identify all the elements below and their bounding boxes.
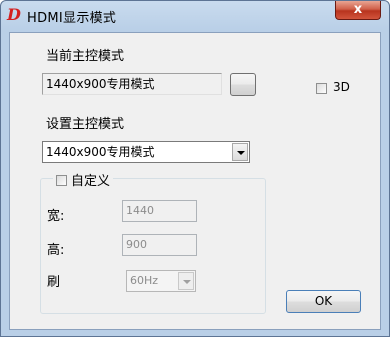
current-mode-label: 当前主控模式 bbox=[46, 49, 125, 64]
set-mode-label: 设置主控模式 bbox=[46, 117, 125, 132]
set-mode-dropdown[interactable]: 1440x900专用模式 bbox=[42, 141, 250, 163]
ok-button[interactable]: OK bbox=[286, 290, 361, 313]
set-mode-selected: 1440x900专用模式 bbox=[46, 145, 155, 159]
height-input[interactable]: 900 bbox=[122, 234, 197, 256]
height-label: 高: bbox=[47, 243, 65, 258]
chevron-down-icon[interactable] bbox=[232, 143, 248, 161]
app-logo-icon: D bbox=[7, 5, 21, 24]
custom-group-header: 自定义 bbox=[53, 170, 114, 189]
title-bar[interactable]: D HDMI显示模式 x bbox=[1, 1, 389, 31]
window-title: HDMI显示模式 bbox=[27, 11, 117, 26]
browse-button[interactable] bbox=[230, 73, 256, 96]
width-input[interactable]: 1440 bbox=[122, 200, 197, 222]
current-mode-field: 1440x900专用模式 bbox=[42, 73, 222, 95]
hdmi-dialog-window: D HDMI显示模式 x 当前主控模式 1440x900专用模式 3D 设置主控… bbox=[0, 0, 390, 337]
refresh-rate-dropdown[interactable]: 60Hz bbox=[126, 270, 196, 292]
custom-checkbox-label: 自定义 bbox=[71, 174, 111, 189]
refresh-rate-selected: 60Hz bbox=[130, 274, 159, 287]
close-icon: x bbox=[353, 2, 363, 17]
width-label: 宽: bbox=[47, 209, 65, 224]
3d-checkbox[interactable] bbox=[316, 83, 327, 94]
dialog-client-area: 当前主控模式 1440x900专用模式 3D 设置主控模式 1440x900专用… bbox=[9, 32, 381, 330]
3d-checkbox-label: 3D bbox=[333, 80, 350, 94]
close-button[interactable]: x bbox=[335, 1, 381, 20]
chevron-down-icon[interactable] bbox=[178, 272, 194, 290]
custom-checkbox[interactable] bbox=[56, 175, 67, 186]
refresh-label: 刷 bbox=[47, 275, 61, 290]
